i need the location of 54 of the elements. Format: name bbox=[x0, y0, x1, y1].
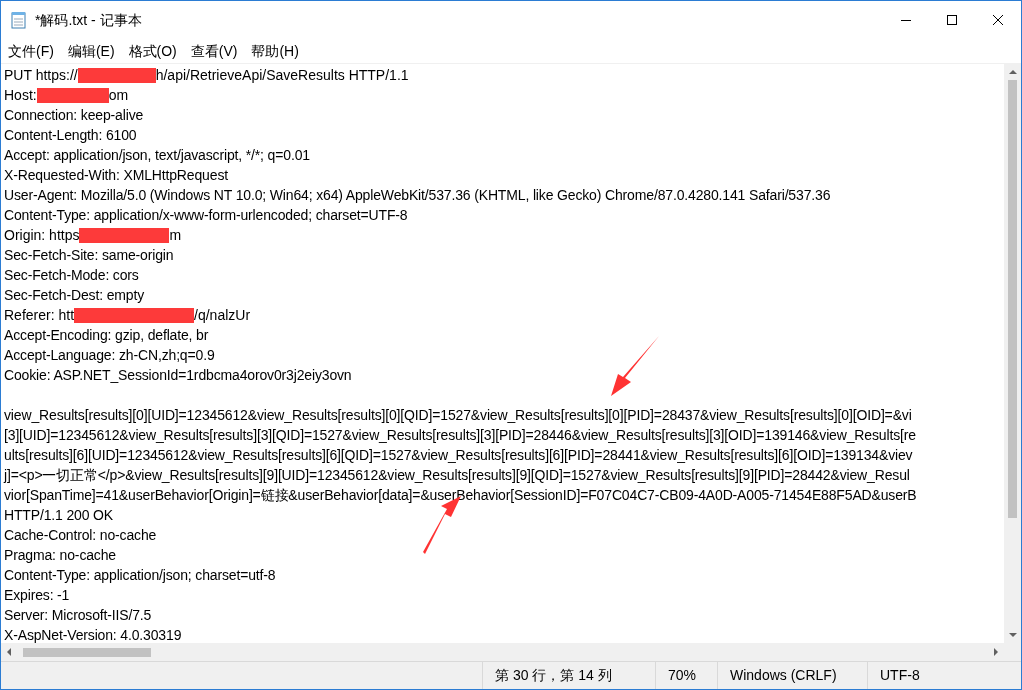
scrollbar-thumb[interactable] bbox=[1008, 80, 1017, 518]
maximize-icon bbox=[947, 15, 957, 25]
text-line: h/api/RetrieveApi/SaveResults HTTP/1.1 bbox=[155, 66, 409, 85]
text-line: view_Results[results][0][UID]=12345612&view_Results[results][0][QID]=1527&view_Results[results][0][PID]=28437&view_Results[results][0][OID]=&vi bbox=[4, 406, 912, 425]
zoom-level: 70% bbox=[656, 662, 718, 689]
text-line: Origin: https bbox=[4, 226, 80, 245]
cursor-position: 第 30 行，第 14 列 bbox=[483, 662, 656, 689]
text-line: om bbox=[108, 86, 129, 105]
text-line: Content-Type: application/json; charset=utf-8 bbox=[4, 566, 276, 585]
text-line: Accept-Language: zh-CN,zh;q=0.9 bbox=[4, 346, 215, 365]
text-line: Accept: application/json, text/javascript, */*; q=0.01 bbox=[4, 146, 310, 165]
scroll-down-icon bbox=[1008, 633, 1017, 638]
minimize-icon bbox=[901, 19, 911, 21]
scrollbar-thumb[interactable] bbox=[23, 647, 151, 657]
menu-item[interactable]: 帮助(H) bbox=[244, 40, 306, 62]
line-ending: Windows (CRLF) bbox=[718, 662, 868, 689]
text-line: Sec-Fetch-Dest: empty bbox=[4, 286, 144, 305]
text-line: Server: Microsoft-IIS/7.5 bbox=[4, 606, 152, 625]
horizontal-scrollbar[interactable] bbox=[1, 643, 1004, 661]
text-line: vior[SpanTime]=41&userBehavior[Origin]=链接&userBehavior[data]=&userBehavior[SessionID]=F07C04C7-CB09-4A0D-A005-71454E88F5AD&userB bbox=[4, 486, 917, 505]
encoding: UTF-8 bbox=[879, 666, 921, 685]
text-line: PUT https:// bbox=[4, 66, 78, 85]
text-line: Connection: keep-alive bbox=[4, 106, 144, 125]
scroll-left-icon bbox=[6, 648, 11, 656]
text-line: m bbox=[169, 226, 182, 245]
text-line: /q/nalzUr bbox=[194, 306, 251, 325]
text-line: X-AspNet-Version: 4.0.30319 bbox=[4, 626, 182, 643]
menu-item[interactable]: 格式(O) bbox=[121, 40, 184, 62]
text-line: Referer: htt bbox=[4, 306, 75, 325]
text-line: User-Agent: Mozilla/5.0 (Windows NT 10.0; Win64; x64) AppleWebKit/537.36 (KHTML, like Gecko) Chrome/87.0.4280.141 Safari/537.36 bbox=[4, 186, 831, 205]
text-line: [3][UID]=12345612&view_Results[results][3][QID]=1527&view_Results[results][3][PID]=28446&view_Results[results][3][OID]=139146&view_Results[re bbox=[4, 426, 916, 445]
vertical-scrollbar[interactable] bbox=[1004, 64, 1021, 643]
text-line: Cookie: ASP.NET_SessionId=1rdbcma4orov0r3j2eiy3ovn bbox=[4, 366, 352, 385]
text-line: Accept-Encoding: gzip, deflate, br bbox=[4, 326, 209, 345]
text-line: ults[results][6][UID]=12345612&view_Results[results][6][QID]=1527&view_Results[results][6][PID]=28441&view_Results[results][6][OID]=139134&viev bbox=[4, 446, 913, 465]
menu-item[interactable]: 编辑(E) bbox=[60, 40, 122, 62]
text-line: Content-Length: 6100 bbox=[4, 126, 137, 145]
text-line: HTTP/1.1 200 OK bbox=[4, 506, 114, 525]
close-icon bbox=[993, 15, 1003, 25]
text-line: Cache-Control: no-cache bbox=[4, 526, 157, 545]
text-line: Content-Type: application/x-www-form-urlencoded; charset=UTF-8 bbox=[4, 206, 408, 225]
window-title: *解码.txt - 记事本 bbox=[35, 10, 142, 30]
notepad-icon bbox=[11, 11, 27, 29]
text-line: X-Requested-With: XMLHttpRequest bbox=[4, 166, 228, 185]
scroll-up-icon bbox=[1008, 69, 1017, 74]
text-line: Sec-Fetch-Site: same-origin bbox=[4, 246, 174, 265]
text-line: Sec-Fetch-Mode: cors bbox=[4, 266, 139, 285]
menu-item[interactable]: 文件(F) bbox=[1, 40, 61, 62]
text-line: j]=<p>一切正常</p>&view_Results[results][9][UID]=12345612&view_Results[results][9][QID]=1527&view_Results[results][9][PID]=28442&view_Resul bbox=[4, 466, 910, 485]
text-line: Host: bbox=[4, 86, 37, 105]
menu-item[interactable]: 查看(V) bbox=[183, 40, 245, 62]
text-line: Pragma: no-cache bbox=[4, 546, 116, 565]
scroll-right-icon bbox=[994, 648, 999, 656]
text-line: Expires: -1 bbox=[4, 586, 70, 605]
